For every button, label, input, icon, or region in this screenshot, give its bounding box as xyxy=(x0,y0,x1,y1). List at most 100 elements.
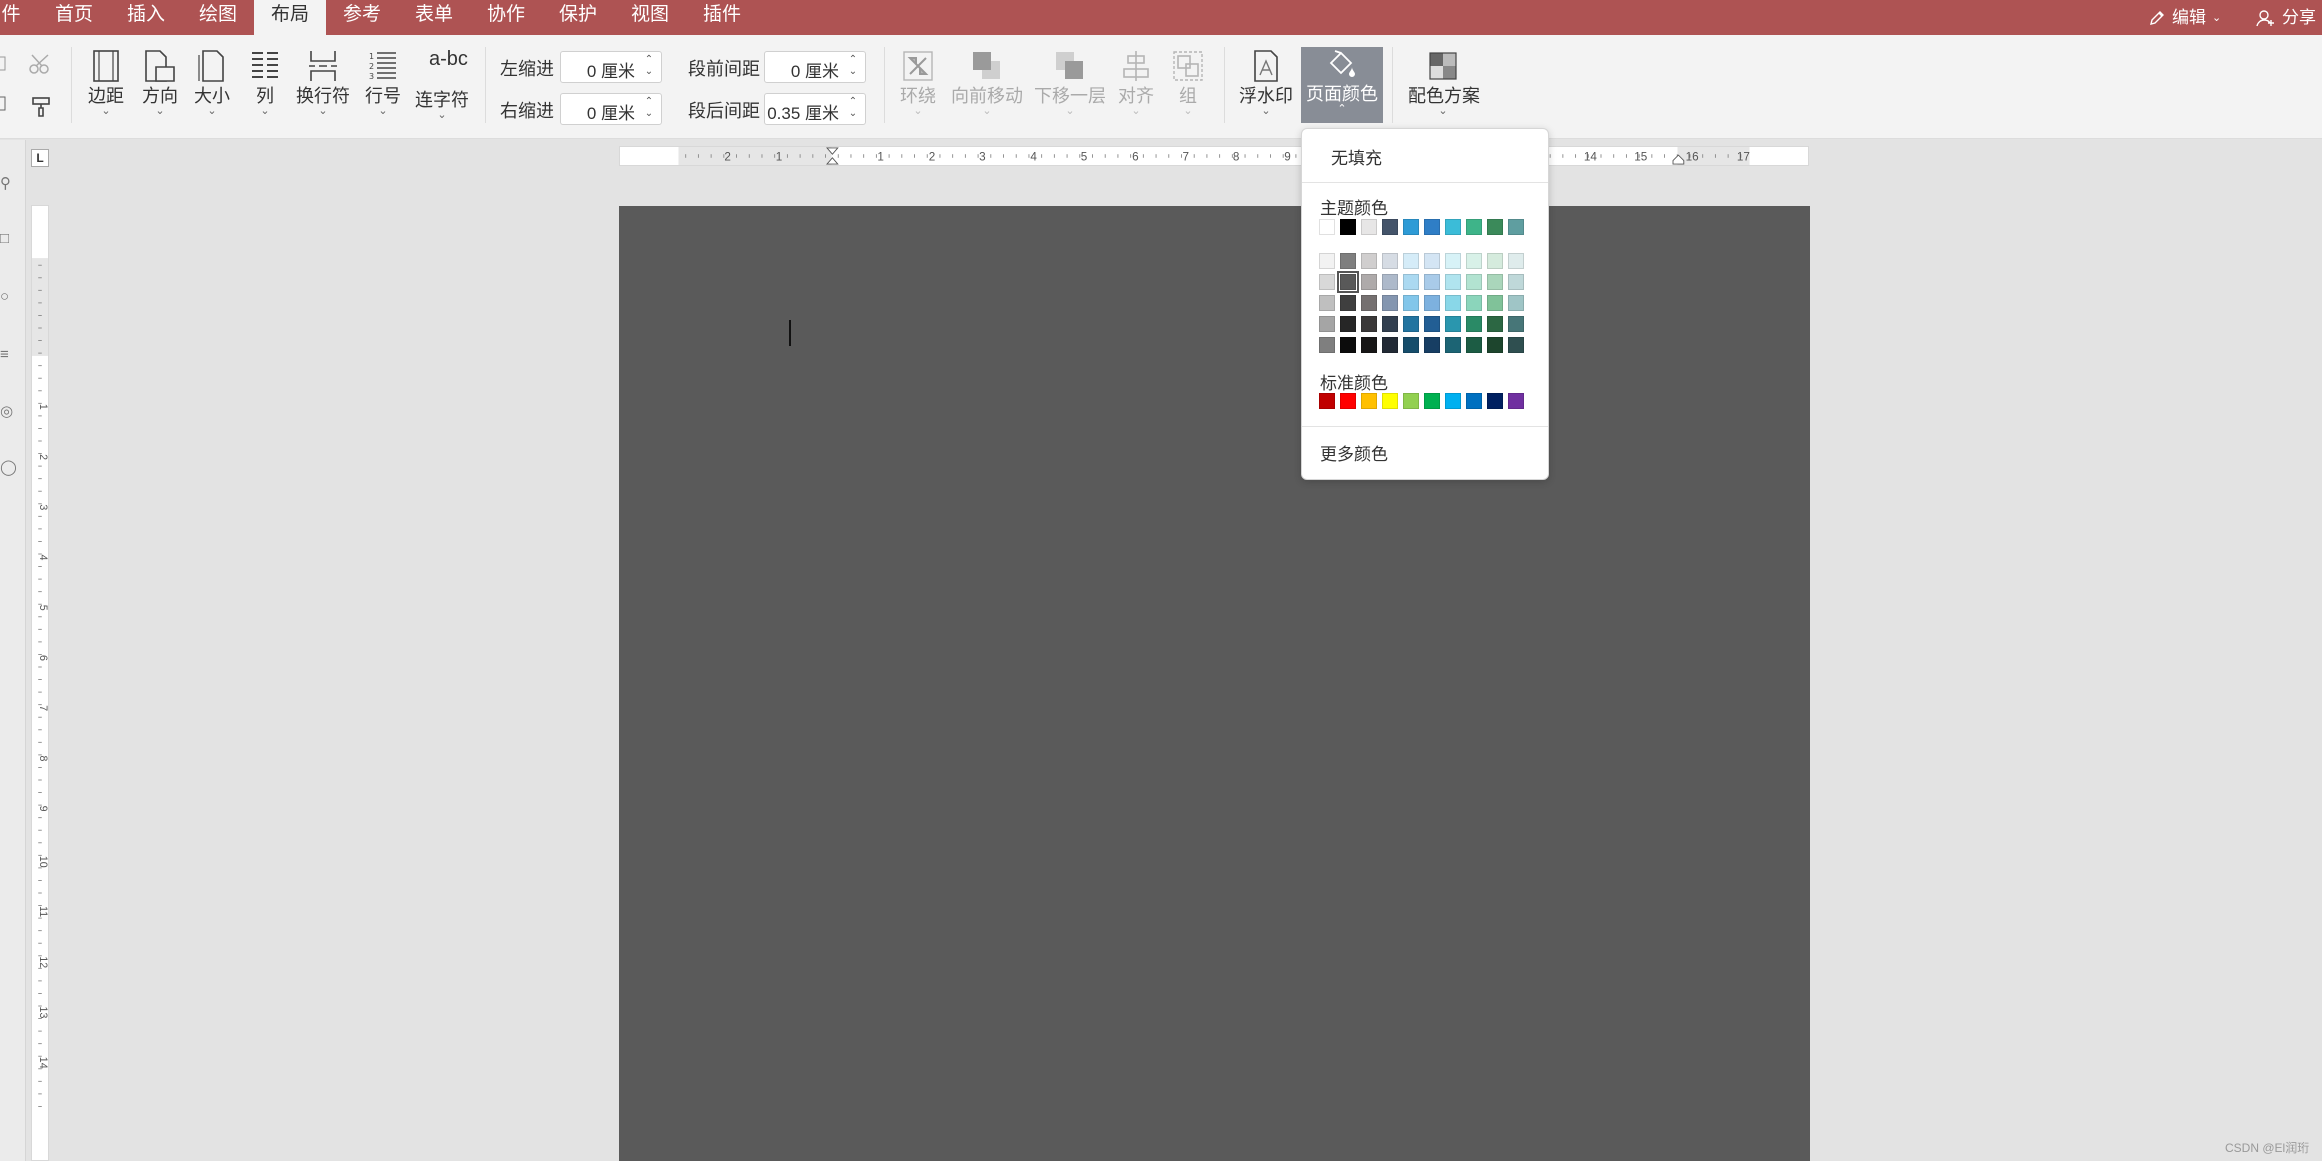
color-swatch[interactable] xyxy=(1382,393,1398,409)
color-swatch[interactable] xyxy=(1508,337,1524,353)
document-page[interactable] xyxy=(619,206,1810,1161)
horizontal-ruler[interactable]: 2 1 1 2 3 4 5 6 7 8 9 14 15 16 17 xyxy=(619,146,1809,166)
scissors-icon[interactable] xyxy=(28,53,56,75)
color-swatch[interactable] xyxy=(1361,316,1377,332)
send-backward-button[interactable]: 下移一层 ⌄ xyxy=(1034,49,1106,117)
group-button[interactable]: 组 ⌄ xyxy=(1170,49,1206,117)
paste-icon[interactable] xyxy=(0,95,8,113)
margins-button[interactable]: 边距 ⌄ xyxy=(86,49,126,117)
color-swatch[interactable] xyxy=(1445,219,1461,235)
page-color-button[interactable]: 页面颜色 ⌃ xyxy=(1301,47,1383,123)
tab-protect[interactable]: 保护 xyxy=(550,0,606,35)
align-button[interactable]: 对齐 ⌄ xyxy=(1118,49,1154,117)
color-swatch[interactable] xyxy=(1340,253,1356,269)
color-swatch[interactable] xyxy=(1487,393,1503,409)
color-swatch[interactable] xyxy=(1445,393,1461,409)
color-swatch[interactable] xyxy=(1319,316,1335,332)
color-swatch[interactable] xyxy=(1466,274,1482,290)
color-swatch[interactable] xyxy=(1319,253,1335,269)
chat-icon[interactable]: ○ xyxy=(0,288,9,305)
color-swatch[interactable] xyxy=(1487,316,1503,332)
color-swatch[interactable] xyxy=(1403,253,1419,269)
wrap-button[interactable]: 环绕 ⌄ xyxy=(898,49,938,117)
color-scheme-button[interactable]: 配色方案 ⌄ xyxy=(1408,49,1480,117)
tab-forms[interactable]: 表单 xyxy=(406,0,462,35)
watermark-button[interactable]: 浮水印 ⌄ xyxy=(1238,49,1294,117)
edit-mode-button[interactable]: 编辑 ⌄ xyxy=(2148,0,2221,35)
share-button[interactable]: 分享 xyxy=(2256,0,2316,35)
color-swatch[interactable] xyxy=(1445,295,1461,311)
color-swatch[interactable] xyxy=(1403,274,1419,290)
spellcheck-icon[interactable]: ◎ xyxy=(0,402,13,420)
tab-draw[interactable]: 绘图 xyxy=(190,0,246,35)
tab-references[interactable]: 参考 xyxy=(334,0,390,35)
vertical-ruler[interactable]: 1234567891011121314 xyxy=(31,205,49,1161)
color-swatch[interactable] xyxy=(1424,295,1440,311)
format-painter-icon[interactable] xyxy=(30,95,54,119)
color-swatch[interactable] xyxy=(1403,337,1419,353)
color-swatch[interactable] xyxy=(1424,253,1440,269)
tab-stop-selector[interactable]: L xyxy=(31,149,49,167)
color-swatch[interactable] xyxy=(1403,219,1419,235)
spin-arrows-icon[interactable]: ⌃ ⌄ xyxy=(643,54,655,78)
copy-icon[interactable] xyxy=(0,55,8,73)
color-swatch[interactable] xyxy=(1508,295,1524,311)
spin-arrows-icon[interactable]: ⌃ ⌄ xyxy=(643,96,655,120)
color-swatch[interactable] xyxy=(1445,337,1461,353)
color-swatch[interactable] xyxy=(1319,274,1335,290)
navigation-icon[interactable]: ≡ xyxy=(0,346,9,363)
size-button[interactable]: 大小 ⌄ xyxy=(194,49,230,117)
color-swatch[interactable] xyxy=(1340,219,1356,235)
color-swatch[interactable] xyxy=(1445,253,1461,269)
color-swatch[interactable] xyxy=(1487,274,1503,290)
spin-arrows-icon[interactable]: ⌃ ⌄ xyxy=(847,54,859,78)
color-swatch[interactable] xyxy=(1340,316,1356,332)
bring-forward-button[interactable]: 向前移动 ⌄ xyxy=(950,49,1024,117)
color-swatch[interactable] xyxy=(1487,295,1503,311)
color-swatch[interactable] xyxy=(1424,393,1440,409)
spacing-before-input[interactable]: 0 厘米 ⌃ ⌄ xyxy=(764,51,866,83)
color-swatch[interactable] xyxy=(1487,337,1503,353)
color-swatch[interactable] xyxy=(1424,316,1440,332)
color-swatch[interactable] xyxy=(1424,337,1440,353)
color-swatch[interactable] xyxy=(1361,253,1377,269)
spin-arrows-icon[interactable]: ⌃ ⌄ xyxy=(847,96,859,120)
color-swatch[interactable] xyxy=(1382,337,1398,353)
no-fill-option[interactable]: 无填充 xyxy=(1331,144,1382,169)
color-swatch[interactable] xyxy=(1319,219,1335,235)
color-swatch[interactable] xyxy=(1487,219,1503,235)
color-swatch[interactable] xyxy=(1361,219,1377,235)
color-swatch[interactable] xyxy=(1340,337,1356,353)
line-numbers-button[interactable]: 123 行号 ⌄ xyxy=(364,49,402,117)
color-swatch[interactable] xyxy=(1361,274,1377,290)
color-swatch[interactable] xyxy=(1424,274,1440,290)
color-swatch[interactable] xyxy=(1466,295,1482,311)
color-swatch[interactable] xyxy=(1382,316,1398,332)
orientation-button[interactable]: 方向 ⌄ xyxy=(140,49,180,117)
color-swatch[interactable] xyxy=(1466,337,1482,353)
spacing-after-input[interactable]: 0.35 厘米 ⌃ ⌄ xyxy=(764,93,866,125)
color-swatch[interactable] xyxy=(1382,253,1398,269)
color-swatch[interactable] xyxy=(1319,337,1335,353)
breaks-button[interactable]: 换行符 ⌄ xyxy=(296,49,350,117)
color-swatch[interactable] xyxy=(1403,316,1419,332)
color-swatch[interactable] xyxy=(1340,393,1356,409)
color-swatch[interactable] xyxy=(1487,253,1503,269)
color-swatch[interactable] xyxy=(1382,295,1398,311)
color-swatch[interactable] xyxy=(1403,393,1419,409)
indent-left-input[interactable]: 0 厘米 ⌃ ⌄ xyxy=(560,51,662,83)
color-swatch[interactable] xyxy=(1508,393,1524,409)
color-swatch[interactable] xyxy=(1508,219,1524,235)
tab-layout[interactable]: 布局 xyxy=(254,0,326,35)
color-swatch[interactable] xyxy=(1508,253,1524,269)
color-swatch[interactable] xyxy=(1508,274,1524,290)
color-swatch[interactable] xyxy=(1466,316,1482,332)
tab-insert[interactable]: 插入 xyxy=(118,0,174,35)
tab-plugins[interactable]: 插件 xyxy=(694,0,750,35)
info-icon[interactable]: ◯ xyxy=(0,458,17,476)
color-swatch[interactable] xyxy=(1424,219,1440,235)
color-swatch[interactable] xyxy=(1508,316,1524,332)
color-swatch[interactable] xyxy=(1361,295,1377,311)
comment-icon[interactable]: □ xyxy=(0,230,9,247)
color-swatch[interactable] xyxy=(1382,219,1398,235)
